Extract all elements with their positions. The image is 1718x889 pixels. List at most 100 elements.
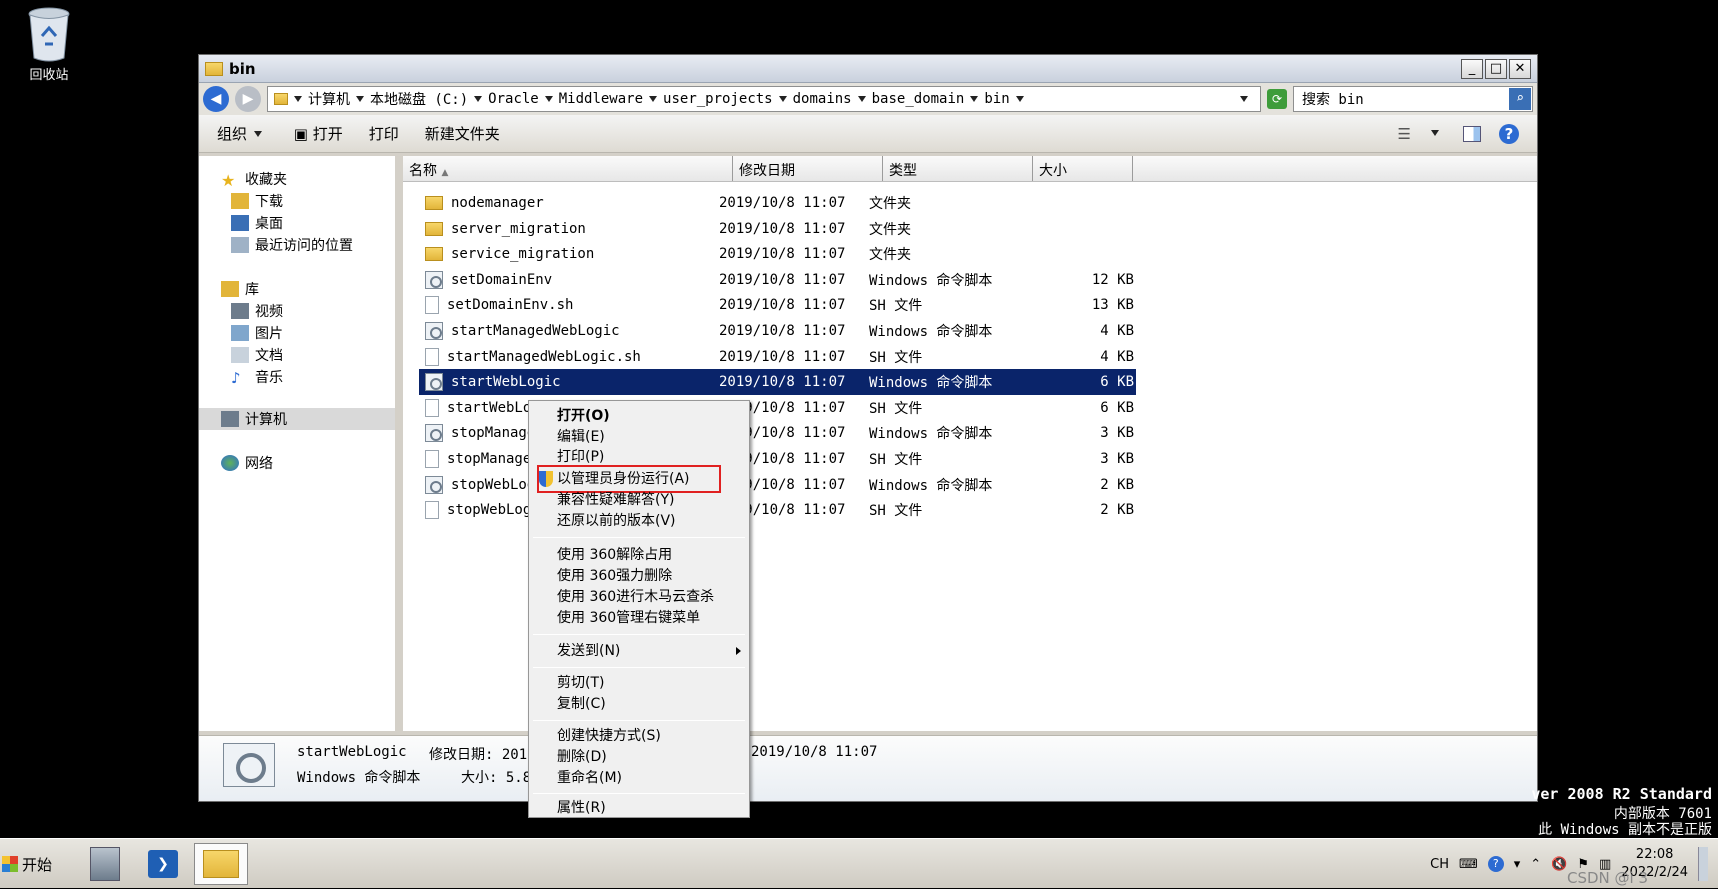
breadcrumb[interactable]: 计算机 本地磁盘 (C:) Oracle Middleware user_pro… (267, 86, 1261, 112)
breadcrumb-domains[interactable]: domains (793, 91, 852, 107)
file-row[interactable]: server_migration 2019/10/8 11:07 文件夹 (419, 216, 1136, 242)
chevron-down-icon (253, 131, 262, 137)
menu-360-manage[interactable]: 使用 360管理右键菜单 (557, 608, 700, 628)
breadcrumb-oracle[interactable]: Oracle (488, 91, 539, 107)
keyboard-icon[interactable]: ⌨ (1459, 857, 1478, 872)
menu-print[interactable]: 打印(P) (557, 447, 604, 467)
menu-create-shortcut[interactable]: 创建快捷方式(S) (557, 726, 661, 746)
file-row[interactable]: setDomainEnv.sh 2019/10/8 11:07 SH 文件 13 KB (419, 292, 1136, 318)
options-arrow-icon[interactable]: ▾ (1514, 857, 1521, 872)
language-indicator[interactable]: CH (1430, 857, 1449, 872)
chevron-down-icon[interactable] (294, 95, 302, 102)
document-icon (425, 347, 439, 366)
menu-copy[interactable]: 复制(C) (557, 694, 606, 714)
column-header-size[interactable]: 大小 (1033, 156, 1133, 181)
file-row[interactable]: stopWebLog 2019/10/8 11:07 Windows 命令脚本 2 K… (419, 472, 1136, 498)
close-button[interactable]: ✕ (1509, 58, 1531, 79)
maximize-button[interactable]: □ (1485, 58, 1507, 79)
back-arrow-icon[interactable]: ◀ (203, 86, 229, 112)
menu-open[interactable]: 打开(O) (557, 406, 610, 426)
chevron-down-icon[interactable] (649, 95, 658, 102)
breadcrumb-computer[interactable]: 计算机 (308, 89, 350, 109)
chevron-down-icon[interactable] (1015, 95, 1024, 102)
nav-computer[interactable]: 计算机 (199, 408, 395, 430)
history-dropdown-icon[interactable] (1240, 95, 1248, 102)
menu-rename[interactable]: 重命名(M) (557, 768, 622, 788)
volume-muted-icon[interactable]: 🔇 (1551, 857, 1567, 872)
menu-360-force-delete[interactable]: 使用 360强力删除 (557, 566, 672, 586)
file-row[interactable]: startManagedWebLogic.sh 2019/10/8 11:07 SH… (419, 344, 1136, 370)
search-input[interactable]: 搜索 bin ⌕ (1293, 86, 1533, 112)
minimize-button[interactable]: _ (1461, 58, 1483, 79)
new-folder-button[interactable]: 新建文件夹 (425, 123, 500, 144)
nav-desktop[interactable]: 桌面 (231, 212, 427, 234)
open-button[interactable]: ▣ 打开 (294, 123, 343, 144)
forward-arrow-icon[interactable]: ▶ (235, 86, 261, 112)
organize-button[interactable]: 组织 (217, 123, 268, 144)
menu-run-as-admin[interactable]: 以管理员身份运行(A) (557, 469, 690, 489)
file-size-cell: 13 KB (1091, 297, 1134, 314)
menu-360-unlock[interactable]: 使用 360解除占用 (557, 545, 672, 565)
menu-separator (533, 793, 745, 794)
title-bar[interactable]: bin _ □ ✕ (199, 55, 1537, 83)
column-header-date[interactable]: 修改日期 (733, 156, 883, 181)
menu-delete[interactable]: 删除(D) (557, 747, 607, 767)
search-icon[interactable]: ⌕ (1509, 88, 1531, 110)
chevron-down-icon[interactable] (1431, 130, 1439, 136)
view-options-icon[interactable]: ☰ (1398, 125, 1411, 143)
column-header-type[interactable]: 类型 (883, 156, 1033, 181)
file-row[interactable]: setDomainEnv 2019/10/8 11:07 Windows 命令脚本 1… (419, 267, 1136, 293)
preview-pane-icon[interactable] (1463, 125, 1481, 142)
chevron-down-icon[interactable] (356, 95, 364, 102)
file-row[interactable]: service_migration 2019/10/8 11:07 文件夹 (419, 241, 1136, 267)
nav-recent[interactable]: 最近访问的位置 (231, 234, 427, 256)
file-row[interactable]: stopWebLog 2019/10/8 11:07 SH 文件 2 KB (419, 497, 1136, 523)
nav-libraries[interactable]: 库 (221, 278, 417, 300)
file-row[interactable]: startWebLogic 2019/10/8 11:07 Windows 命令脚本… (419, 369, 1136, 396)
breadcrumb-bin[interactable]: bin (984, 91, 1009, 107)
powershell-icon[interactable]: ❯ (136, 843, 190, 885)
nav-documents[interactable]: 文档 (231, 344, 427, 366)
recycle-bin-icon[interactable]: 回收站 (14, 6, 84, 83)
explorer-task-icon[interactable] (194, 843, 248, 885)
refresh-icon[interactable]: ⟳ (1267, 89, 1287, 109)
chevron-down-icon[interactable] (544, 95, 553, 102)
nav-videos[interactable]: 视频 (231, 300, 427, 322)
server-manager-icon[interactable] (78, 843, 132, 885)
help-tray-icon[interactable]: ? (1487, 856, 1504, 872)
file-row[interactable]: nodemanager 2019/10/8 11:07 文件夹 (419, 190, 1136, 216)
os-genuine-text: 此 Windows 副本不是正版 (1538, 822, 1712, 838)
file-row[interactable]: stopManage 2019/10/8 11:07 Windows 命令脚本 3 K… (419, 420, 1136, 446)
chevron-down-icon[interactable] (778, 95, 787, 102)
chevron-down-icon[interactable] (474, 95, 483, 102)
menu-edit[interactable]: 编辑(E) (557, 427, 605, 447)
show-desktop-icon[interactable] (1698, 847, 1708, 881)
document-icon (425, 296, 439, 315)
nav-pictures[interactable]: 图片 (231, 322, 427, 344)
chevron-down-icon[interactable] (970, 95, 979, 102)
breadcrumb-local-disk[interactable]: 本地磁盘 (C:) (370, 89, 468, 109)
nav-favorites[interactable]: ★ 收藏夹 (221, 168, 417, 190)
menu-send-to[interactable]: 发送到(N) (557, 641, 620, 661)
video-icon (231, 303, 249, 319)
nav-network[interactable]: 网络 (221, 452, 417, 474)
breadcrumb-base-domain[interactable]: base_domain (872, 91, 965, 107)
show-hidden-icons[interactable]: ⌃ (1530, 857, 1541, 872)
help-icon[interactable]: ? (1499, 123, 1519, 144)
start-button[interactable]: 开始 (2, 847, 58, 881)
chevron-down-icon[interactable] (857, 95, 866, 102)
nav-downloads[interactable]: 下载 (231, 190, 427, 212)
breadcrumb-user-projects[interactable]: user_projects (663, 91, 773, 107)
menu-cut[interactable]: 剪切(T) (557, 673, 604, 693)
file-row[interactable]: startManagedWebLogic 2019/10/8 11:07 Windo… (419, 318, 1136, 344)
file-row[interactable]: startWebLo 2019/10/8 11:07 SH 文件 6 KB (419, 395, 1136, 421)
menu-properties[interactable]: 属性(R) (557, 798, 606, 818)
menu-troubleshoot-compat[interactable]: 兼容性疑难解答(Y) (557, 490, 674, 510)
nav-music[interactable]: ♪ 音乐 (231, 366, 427, 388)
menu-restore-versions[interactable]: 还原以前的版本(V) (557, 511, 676, 531)
breadcrumb-middleware[interactable]: Middleware (559, 91, 643, 107)
column-header-name[interactable]: 名称 ▲ (403, 156, 733, 181)
print-button[interactable]: 打印 (369, 123, 399, 144)
file-row[interactable]: stopManage 2019/10/8 11:07 SH 文件 3 KB (419, 446, 1136, 472)
menu-360-scan[interactable]: 使用 360进行木马云查杀 (557, 587, 714, 607)
